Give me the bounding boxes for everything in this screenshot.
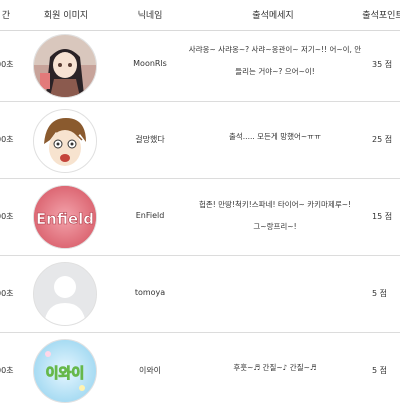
- row-nickname[interactable]: 이와이: [139, 365, 161, 376]
- row-message: 후훗~♬ 간질~♪ 간질~♬: [185, 357, 365, 379]
- row-nickname[interactable]: EnField: [136, 211, 165, 220]
- table-row: 00초 이와이 이와이 후훗~♬ 간질~♪ 간질~♬ 5 점: [0, 333, 400, 409]
- row-message: 출석..... 모든게 망했어~ㅠㅠ: [185, 126, 365, 148]
- row-message: 헙존! 만땅!척키!스파네! 타이어~ 카키마제루~! 그~랑프리~!: [185, 194, 365, 238]
- message-line: 헙존! 만땅!척키!스파네! 타이어~ 카키마제루~!: [198, 200, 352, 209]
- row-points: 15 점: [372, 212, 393, 221]
- table-row: 00초 Enfield EnField 헙존! 만땅!척키!스파네! 타이어~ …: [0, 179, 400, 256]
- iwaai-text-avatar-icon[interactable]: 이와이: [33, 339, 97, 403]
- message-line: 출석..... 모든게 망했어~ㅠㅠ: [229, 132, 321, 141]
- table-row: 00초 MoonRls 사랴옹~ 사랴옹~? 사랴~옹관이~ 저기~!! 어~이…: [0, 31, 400, 102]
- row-nickname[interactable]: MoonRls: [133, 59, 167, 68]
- anime-girl-avatar-icon[interactable]: [33, 34, 97, 98]
- enfield-avatar-text: Enfield: [36, 210, 94, 228]
- message-line: 후훗~♬ 간질~♪ 간질~♬: [233, 363, 317, 372]
- header-time: 간: [1, 11, 11, 21]
- row-time: 00초: [0, 366, 14, 375]
- row-time: 00초: [0, 212, 14, 221]
- message-line: 사랴옹~ 사랴옹~? 사랴~옹관이~ 저기~!! 어~이, 안: [188, 45, 362, 54]
- row-points: 35 점: [372, 60, 393, 69]
- iwaai-avatar-text: 이와이: [46, 365, 85, 382]
- header-nickname: 닉네임: [137, 11, 163, 21]
- header-avatar: 회원 이미지: [43, 11, 89, 21]
- row-time: 00초: [0, 289, 14, 298]
- row-time: 00초: [0, 60, 14, 69]
- row-points: 25 점: [372, 135, 393, 144]
- table-header: 간 회원 이미지 닉네임 출석메세지 출석포인트: [0, 0, 400, 31]
- table-row: 00초 걸망했다 출석..... 모든게 망했어~ㅠㅠ 25 점: [0, 102, 400, 179]
- row-time: 00초: [0, 135, 14, 144]
- anime-boy-avatar-icon[interactable]: [33, 109, 97, 173]
- row-points: 5 점: [372, 289, 387, 298]
- row-nickname[interactable]: tomoya: [135, 288, 165, 297]
- enfield-text-avatar-icon[interactable]: Enfield: [33, 185, 97, 249]
- default-user-avatar-icon[interactable]: [33, 262, 97, 326]
- table-row: 00초 tomoya 5 점: [0, 256, 400, 333]
- row-nickname[interactable]: 걸망했다: [135, 134, 164, 145]
- message-line: 그~랑프리~!: [253, 222, 297, 231]
- message-line: 들리는 거야~? 으어~이!: [235, 67, 315, 76]
- row-message: 사랴옹~ 사랴옹~? 사랴~옹관이~ 저기~!! 어~이, 안 들리는 거야~?…: [185, 39, 365, 83]
- header-message: 출석메세지: [252, 11, 294, 21]
- header-points: 출석포인트: [362, 11, 400, 21]
- row-points: 5 점: [372, 366, 387, 375]
